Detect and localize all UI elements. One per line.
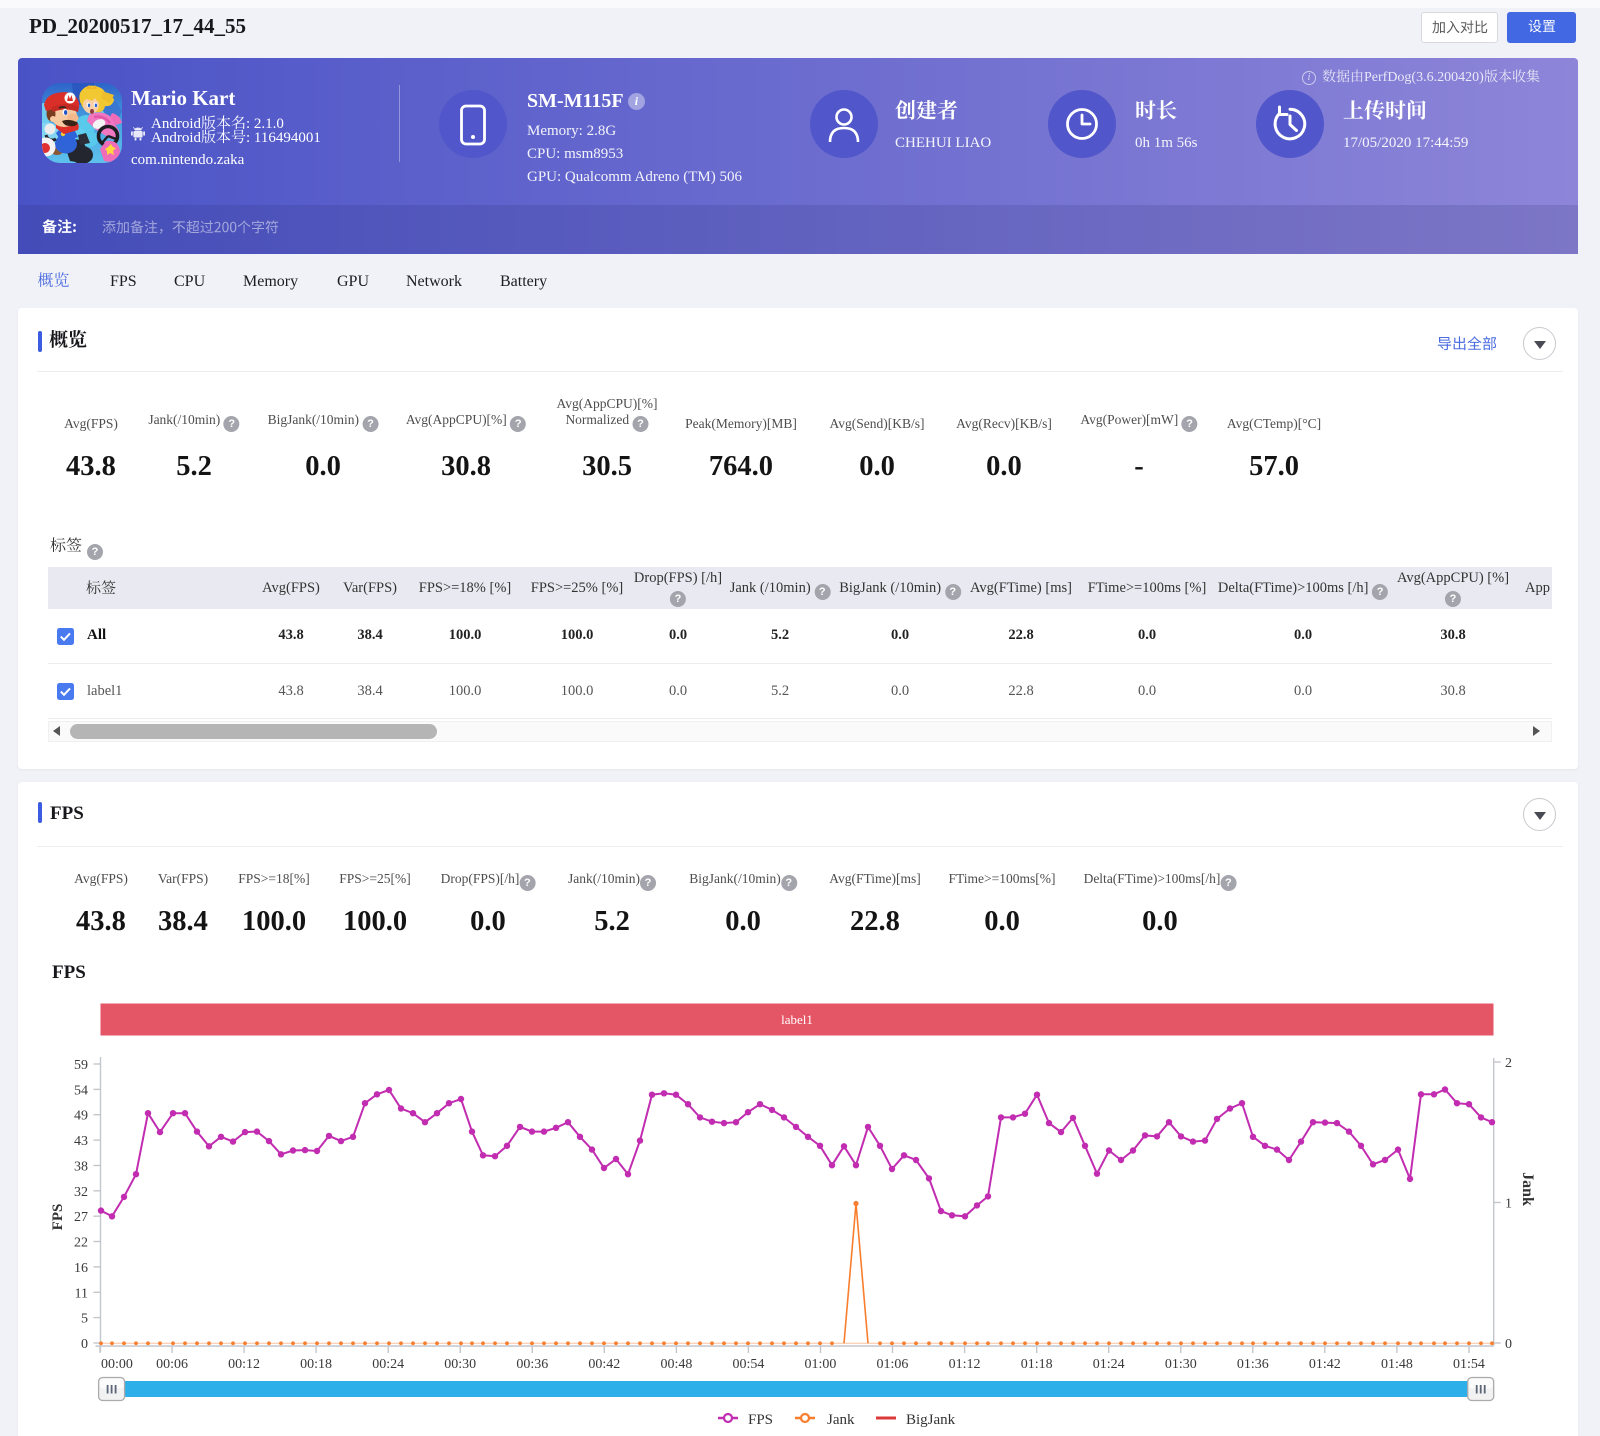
svg-text:59: 59 bbox=[74, 1058, 88, 1073]
svg-text:00:36: 00:36 bbox=[516, 1357, 548, 1372]
svg-text:00:00: 00:00 bbox=[101, 1357, 133, 1372]
svg-text:01:42: 01:42 bbox=[1309, 1357, 1341, 1372]
svg-text:00:42: 00:42 bbox=[588, 1357, 620, 1372]
svg-text:22: 22 bbox=[74, 1236, 88, 1251]
svg-text:01:24: 01:24 bbox=[1093, 1357, 1125, 1372]
svg-text:54: 54 bbox=[74, 1083, 88, 1098]
svg-text:0: 0 bbox=[1505, 1337, 1512, 1352]
svg-text:00:12: 00:12 bbox=[228, 1357, 260, 1372]
svg-text:00:30: 00:30 bbox=[444, 1357, 476, 1372]
svg-text:38: 38 bbox=[74, 1160, 88, 1175]
svg-text:label1: label1 bbox=[781, 1012, 813, 1027]
svg-text:01:30: 01:30 bbox=[1165, 1357, 1197, 1372]
svg-text:01:54: 01:54 bbox=[1453, 1357, 1485, 1372]
svg-text:Jank: Jank bbox=[1519, 1172, 1536, 1206]
svg-text:01:18: 01:18 bbox=[1021, 1357, 1053, 1372]
svg-text:00:54: 00:54 bbox=[732, 1357, 764, 1372]
svg-text:0: 0 bbox=[81, 1337, 88, 1352]
svg-text:27: 27 bbox=[74, 1210, 88, 1225]
svg-text:01:12: 01:12 bbox=[949, 1357, 981, 1372]
svg-text:01:48: 01:48 bbox=[1381, 1357, 1413, 1372]
svg-text:01:00: 01:00 bbox=[805, 1357, 837, 1372]
svg-text:00:18: 00:18 bbox=[300, 1357, 332, 1372]
svg-text:00:24: 00:24 bbox=[372, 1357, 404, 1372]
svg-text:00:06: 00:06 bbox=[156, 1357, 188, 1372]
svg-text:32: 32 bbox=[74, 1185, 88, 1200]
svg-text:11: 11 bbox=[75, 1286, 88, 1301]
svg-text:FPS: FPS bbox=[748, 1412, 773, 1428]
svg-text:5: 5 bbox=[81, 1312, 88, 1327]
svg-text:00:48: 00:48 bbox=[660, 1357, 692, 1372]
svg-text:1: 1 bbox=[1505, 1197, 1512, 1212]
svg-text:FPS: FPS bbox=[50, 1204, 66, 1231]
svg-text:16: 16 bbox=[74, 1261, 88, 1276]
svg-text:2: 2 bbox=[1505, 1056, 1512, 1071]
svg-text:BigJank: BigJank bbox=[906, 1412, 956, 1428]
svg-text:49: 49 bbox=[74, 1109, 88, 1124]
svg-text:43: 43 bbox=[74, 1134, 88, 1149]
svg-text:Jank: Jank bbox=[827, 1412, 855, 1428]
svg-text:01:06: 01:06 bbox=[877, 1357, 909, 1372]
svg-text:01:36: 01:36 bbox=[1237, 1357, 1269, 1372]
